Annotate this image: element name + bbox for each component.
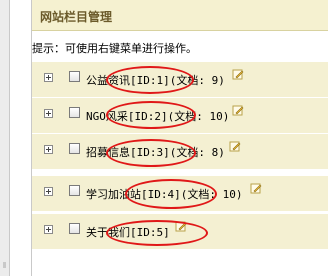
- expand-icon[interactable]: [44, 225, 53, 234]
- edit-icon[interactable]: [229, 140, 241, 152]
- category-label[interactable]: 关于我们[ID:5]: [86, 224, 170, 240]
- category-label[interactable]: 学习加油站[ID:4](文档: 10): [86, 186, 242, 202]
- row-checkbox[interactable]: [69, 107, 80, 118]
- category-row[interactable]: 学习加油站[ID:4](文档: 10): [32, 176, 328, 212]
- panel-title: 网站栏目管理: [40, 10, 113, 24]
- row-checkbox[interactable]: [69, 143, 80, 154]
- edit-icon[interactable]: [232, 68, 244, 80]
- left-frame-strip: [0, 0, 10, 276]
- category-panel: 网站栏目管理 提示：可使用右键菜单进行操作。 公益资讯[ID:1](文档: 9)…: [31, 0, 328, 276]
- edit-icon[interactable]: [250, 182, 262, 194]
- row-checkbox[interactable]: [69, 185, 80, 196]
- edit-icon[interactable]: [232, 104, 244, 116]
- category-row[interactable]: 关于我们[ID:5]: [32, 214, 328, 250]
- category-row[interactable]: 公益资讯[ID:1](文档: 9): [32, 62, 328, 98]
- category-label[interactable]: 公益资讯[ID:1](文档: 9): [86, 72, 225, 88]
- expand-icon[interactable]: [44, 109, 53, 118]
- scroll-nub[interactable]: [3, 262, 6, 268]
- edit-icon[interactable]: [175, 220, 187, 232]
- category-row[interactable]: NGO风采[ID:2](文档: 10): [32, 98, 328, 134]
- row-checkbox[interactable]: [69, 71, 80, 82]
- expand-icon[interactable]: [44, 73, 53, 82]
- expand-icon[interactable]: [44, 187, 53, 196]
- panel-header: 网站栏目管理: [32, 0, 328, 31]
- context-menu-tip: 提示：可使用右键菜单进行操作。: [32, 42, 197, 55]
- category-row[interactable]: 招募信息[ID:3](文档: 8): [32, 134, 328, 170]
- category-label[interactable]: NGO风采[ID:2](文档: 10): [86, 108, 229, 124]
- expand-icon[interactable]: [44, 145, 53, 154]
- category-label[interactable]: 招募信息[ID:3](文档: 8): [86, 144, 225, 160]
- row-checkbox[interactable]: [69, 223, 80, 234]
